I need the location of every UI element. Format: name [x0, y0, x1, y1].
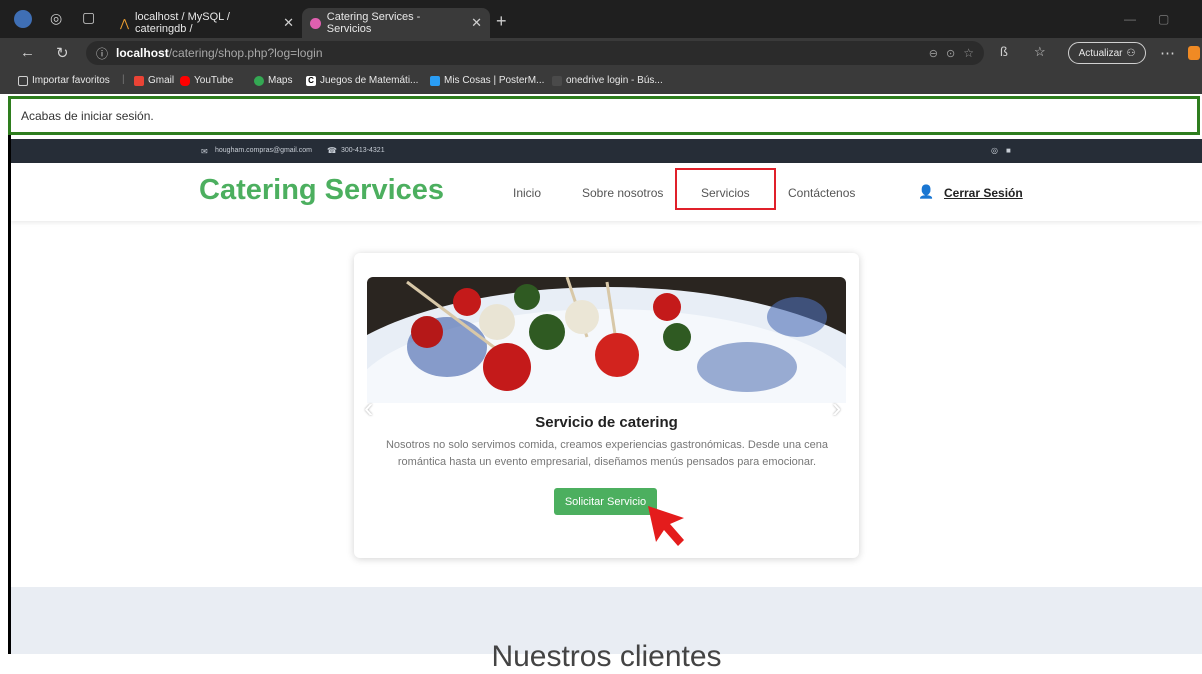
new-tab-icon[interactable]: + [496, 11, 507, 32]
gmail-icon [134, 75, 144, 86]
user-icon: 👤 [918, 184, 935, 199]
update-icon: ⚇ [1126, 47, 1136, 59]
reload-icon[interactable]: ↻ [56, 44, 69, 62]
phpmyadmin-icon: ⋀ [120, 17, 130, 30]
youtube-icon [180, 75, 190, 86]
nav-contactenos[interactable]: Contáctenos [788, 186, 855, 200]
url-input[interactable]: ⓘ localhost/catering/shop.php?log=login … [86, 41, 984, 65]
logout-link[interactable]: Cerrar Sesión [944, 186, 1023, 200]
search-icon [552, 75, 562, 86]
copilot-icon[interactable]: ß [1000, 44, 1008, 59]
tab-actions-icon[interactable]: ▢ [82, 9, 95, 26]
phone-icon: ☎ [327, 146, 337, 155]
nav-sobre-nosotros[interactable]: Sobre nosotros [582, 186, 663, 200]
tab-phpmyadmin[interactable]: ⋀ localhost / MySQL / cateringdb / ✕ [112, 8, 302, 38]
carousel-image [367, 277, 846, 403]
more-icon[interactable]: ⋯ [1160, 44, 1175, 62]
favorite-miscosas[interactable]: Mis Cosas | PosterM... [430, 75, 544, 86]
favorites-icon[interactable]: ☆ [1034, 44, 1046, 60]
favorites-bar: Importar favoritos | Gmail YouTube Maps … [0, 68, 1202, 94]
update-button[interactable]: Actualizar ⚇ [1068, 42, 1146, 64]
zoom-icon[interactable]: ⊖ [929, 47, 938, 60]
read-aloud-icon[interactable]: ⊙ [946, 47, 955, 60]
envelope-icon: ✉ [201, 147, 208, 156]
back-arrow-icon[interactable]: ← [20, 44, 35, 61]
card-description: Nosotros no solo servimos comida, creamo… [385, 439, 829, 468]
profile-avatar-icon[interactable] [14, 10, 32, 28]
favorite-label: Maps [268, 75, 293, 86]
favorite-label: YouTube [194, 75, 234, 86]
copilot-sidebar-icon[interactable] [1188, 46, 1200, 60]
c-logo-icon: C [306, 75, 316, 86]
favorite-label: Importar favoritos [32, 75, 110, 86]
site-favicon-icon [310, 17, 321, 29]
facebook-icon[interactable]: ■ [1006, 146, 1011, 155]
highlight-box [675, 168, 776, 210]
tab-label: Catering Services - Servicios [326, 11, 421, 35]
postermywall-icon [430, 75, 440, 86]
favorite-gmail[interactable]: Gmail [134, 75, 174, 86]
pointer-arrow-icon [648, 506, 684, 546]
request-service-button[interactable]: Solicitar Servicio [554, 488, 657, 515]
favorite-label: onedrive login - Bús... [566, 75, 663, 86]
favorite-maps[interactable]: Maps [254, 75, 292, 86]
workspaces-icon[interactable]: ◎ [50, 10, 62, 27]
close-icon[interactable]: ✕ [471, 15, 482, 31]
favorite-label: Gmail [148, 75, 175, 86]
favorite-juegos[interactable]: C Juegos de Matemáti... [306, 75, 418, 86]
favorite-label: Mis Cosas | PosterM... [444, 75, 545, 86]
update-label: Actualizar [1078, 47, 1123, 59]
info-icon[interactable]: ⓘ [96, 45, 108, 62]
contact-strip: ✉ hougham.compras@gmail.com ☎ 300-413-43… [11, 139, 1202, 163]
alert-text: Acabas de iniciar sesión. [21, 108, 154, 123]
browser-tab-bar: ◎ ▢ ⋀ localhost / MySQL / cateringdb / ✕… [0, 0, 1202, 38]
contact-email[interactable]: hougham.compras@gmail.com [215, 147, 312, 154]
minimize-icon[interactable]: — [1124, 12, 1136, 26]
instagram-icon[interactable]: ◎ [991, 146, 998, 155]
maps-icon [254, 75, 264, 86]
url-path: /catering/shop.php?log=login [168, 46, 323, 60]
tab-catering[interactable]: Catering Services - Servicios ✕ [302, 8, 490, 38]
favorite-label: Juegos de Matemáti... [320, 75, 419, 86]
import-icon [18, 75, 28, 86]
favorite-star-icon[interactable]: ☆ [963, 46, 974, 60]
login-alert: Acabas de iniciar sesión. [8, 96, 1200, 135]
card-title: Servicio de catering [535, 414, 678, 431]
catering-photo [367, 277, 846, 403]
maximize-icon[interactable]: ▢ [1158, 12, 1169, 26]
brand-logo[interactable]: Catering Services [199, 174, 444, 207]
favorite-youtube[interactable]: YouTube [180, 75, 233, 86]
contact-phone[interactable]: 300-413-4321 [341, 147, 385, 154]
favorite-import[interactable]: Importar favoritos [18, 75, 110, 86]
url-host: localhost [116, 46, 169, 60]
clients-heading: Nuestros clientes [491, 640, 722, 673]
separator: | [122, 74, 125, 85]
favorite-onedrive[interactable]: onedrive login - Bús... [552, 75, 663, 86]
tab-label: localhost / MySQL / cateringdb / [135, 11, 230, 35]
close-icon[interactable]: ✕ [283, 15, 294, 31]
nav-inicio[interactable]: Inicio [513, 186, 541, 200]
